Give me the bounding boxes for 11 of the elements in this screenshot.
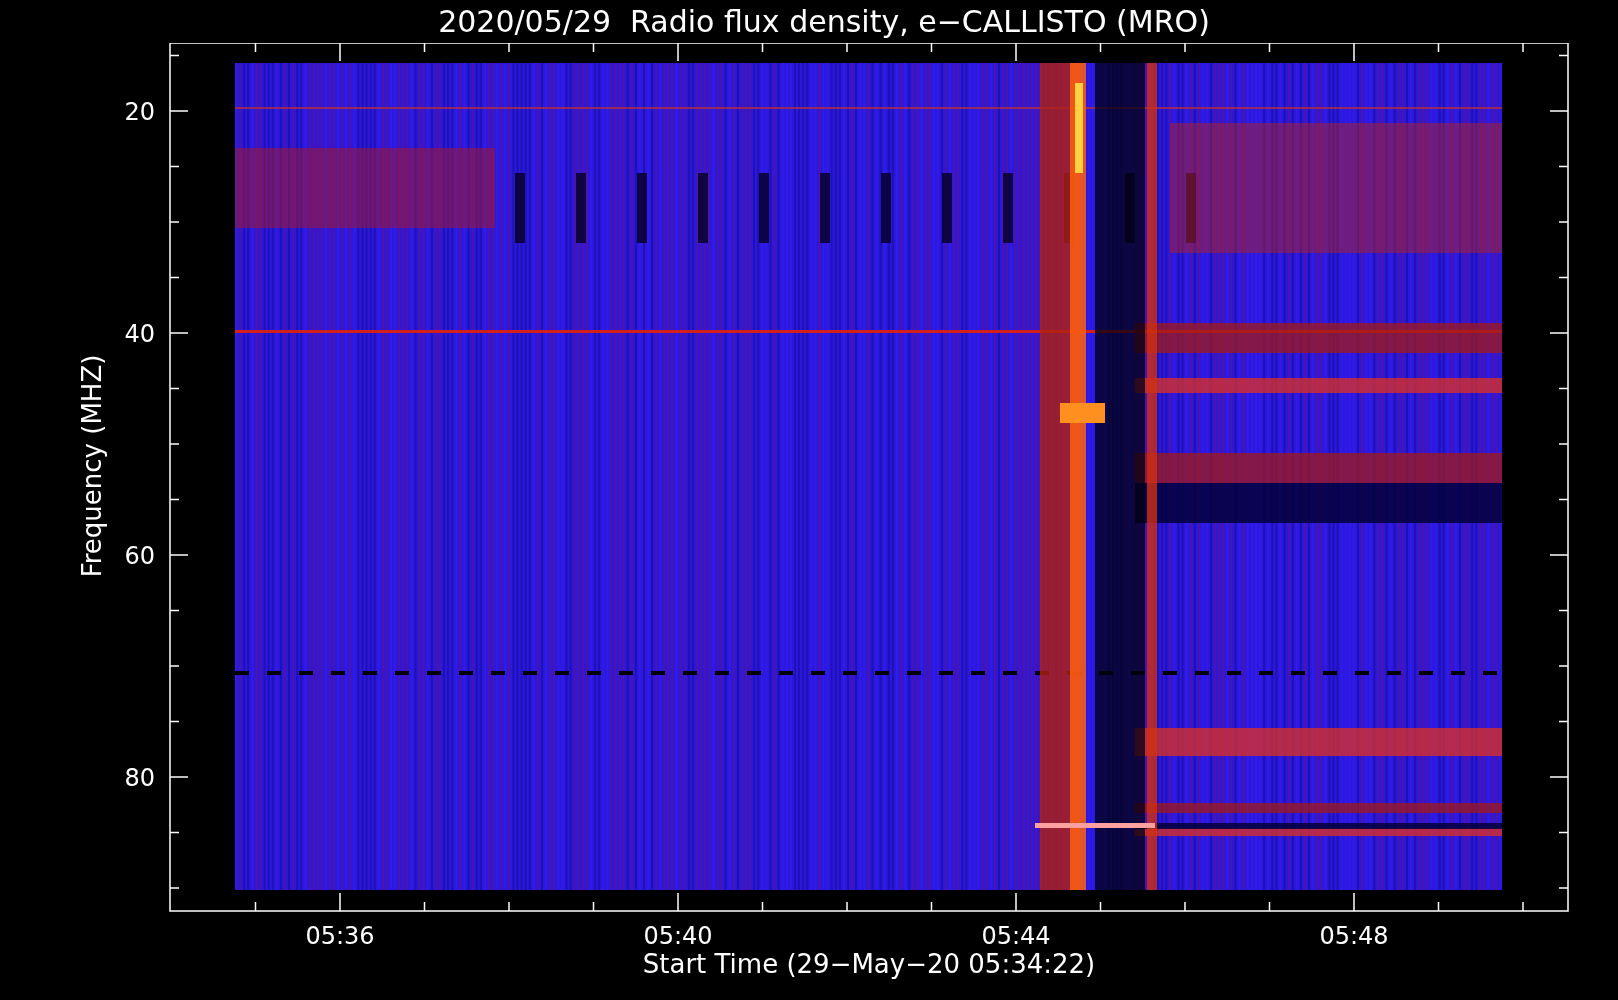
x-axis-label: Start Time (29−May−20 05:34:22): [642, 949, 1096, 979]
y-axis-label: Frequency (MHZ): [77, 354, 107, 578]
y-tick-label: 60: [124, 542, 155, 570]
x-tick-label: 05:36: [305, 922, 375, 950]
y-tick-label: 40: [124, 320, 155, 348]
chart-title: 2020/05/29 Radio flux density, e−CALLISTO (MRO): [438, 4, 1210, 39]
x-tick-label: 05:40: [643, 922, 713, 950]
x-tick-label: 05:48: [1319, 922, 1389, 950]
y-tick-label: 20: [124, 98, 155, 126]
x-tick-label: 05:44: [981, 922, 1051, 950]
y-tick-label: 80: [124, 764, 155, 792]
